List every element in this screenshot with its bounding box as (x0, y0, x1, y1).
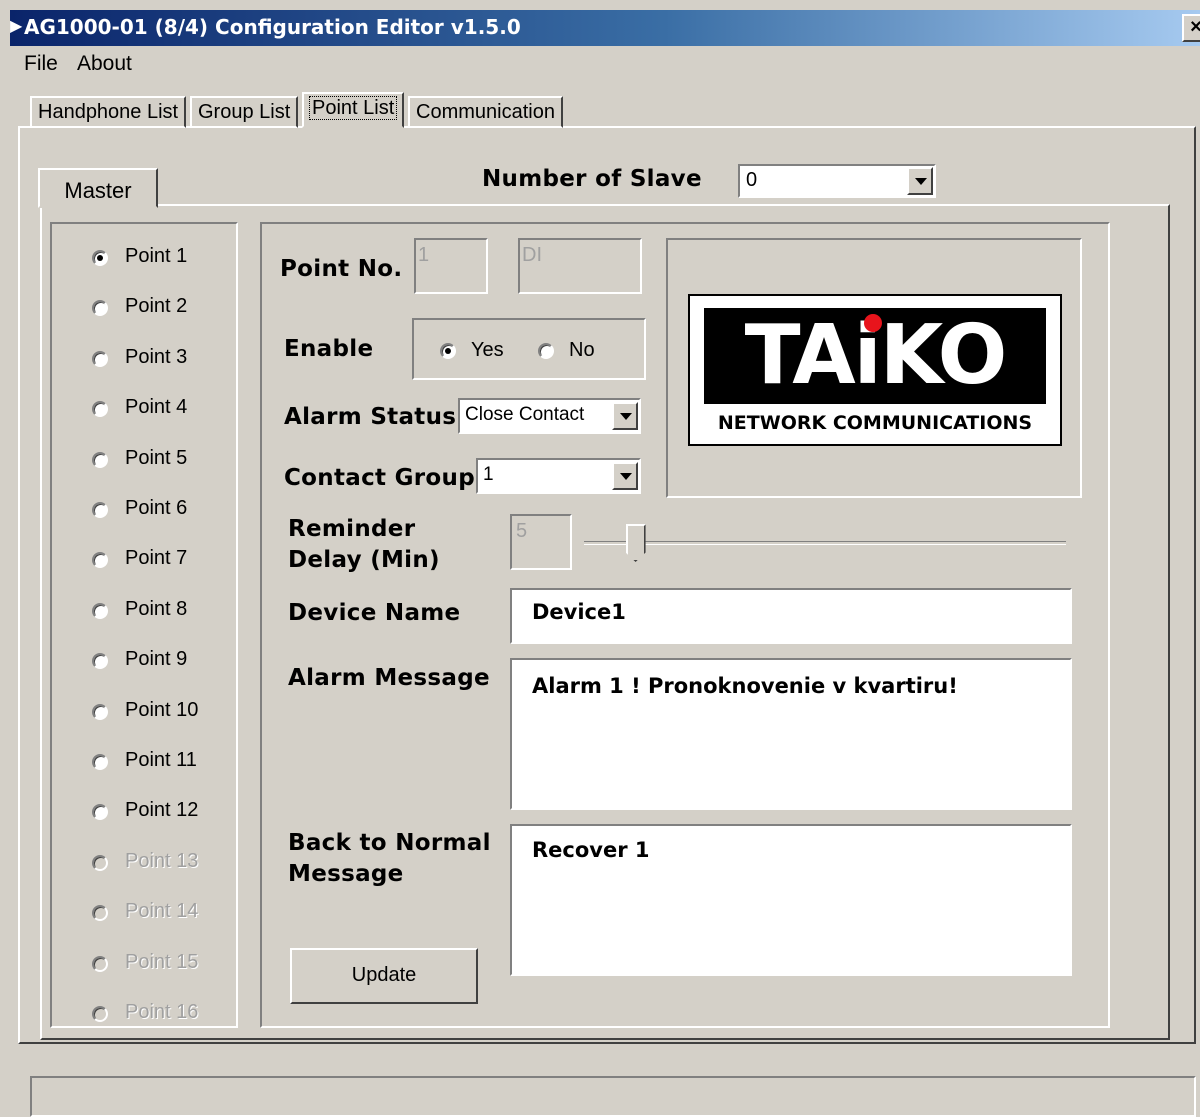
point-16-label: Point 16 (125, 1001, 199, 1023)
point-11-radio[interactable] (92, 754, 108, 770)
menu-file[interactable]: File (24, 52, 58, 76)
number-of-slave-label: Number of Slave (482, 166, 702, 192)
number-of-slave-select[interactable]: 0 (738, 164, 936, 198)
point-3-radio[interactable] (92, 350, 108, 367)
reminder-label-line2: Delay (Min) (288, 547, 440, 573)
enable-no-radio[interactable] (538, 343, 554, 359)
alarm-message-textarea[interactable]: Alarm 1 ! Pronoknovenie v kvartiru! (510, 658, 1072, 810)
window-title: AG1000-01 (8/4) Configuration Editor v1.… (24, 15, 521, 39)
status-bar (30, 1076, 1196, 1117)
number-of-slave-value: 0 (746, 169, 758, 191)
point-10-label[interactable]: Point 10 (125, 699, 198, 722)
point-6-radio[interactable] (92, 502, 108, 518)
logo-black-band: TAiKO (704, 308, 1046, 404)
enable-no-label[interactable]: No (569, 339, 595, 362)
logo-tagline: NETWORK COMMUNICATIONS (717, 412, 1033, 434)
point-2-label[interactable]: Point 2 (125, 295, 187, 318)
menu-about[interactable]: About (77, 52, 132, 76)
point-8-radio[interactable] (92, 602, 108, 619)
point-12-label[interactable]: Point 12 (125, 799, 198, 822)
point-10-radio[interactable] (92, 703, 108, 720)
close-icon: × (1190, 16, 1200, 38)
point-1-radio[interactable] (92, 250, 108, 266)
point-no-label: Point No. (280, 256, 403, 282)
point-5-radio[interactable] (92, 451, 108, 468)
point-11-label[interactable]: Point 11 (125, 749, 197, 772)
device-name-input[interactable]: Device1 (510, 588, 1072, 644)
chevron-down-icon[interactable] (907, 167, 933, 195)
back-normal-textarea[interactable]: Recover 1 (510, 824, 1072, 976)
tab-master[interactable]: Master (38, 168, 158, 208)
update-button[interactable]: Update (290, 948, 478, 1004)
title-bar[interactable]: ▶ AG1000-01 (8/4) Configuration Editor v… (10, 10, 1200, 46)
point-14-label: Point 14 (125, 900, 199, 923)
reminder-slider-track[interactable] (584, 541, 1066, 545)
close-button[interactable]: × (1182, 14, 1200, 42)
point-no-field: 1 (414, 238, 488, 294)
device-name-label: Device Name (288, 600, 461, 626)
contact-group-select[interactable]: 1 (476, 458, 641, 494)
back-normal-label-line2: Message (288, 861, 404, 887)
enable-yes-label[interactable]: Yes (471, 339, 504, 362)
point-15-radio (92, 955, 108, 972)
enable-label: Enable (284, 336, 374, 362)
chevron-down-icon[interactable] (612, 402, 638, 430)
point-8-label[interactable]: Point 8 (125, 598, 187, 621)
point-5-label[interactable]: Point 5 (125, 447, 187, 470)
point-type-field: DI (518, 238, 642, 294)
taiko-logo: TAiKO NETWORK COMMUNICATIONS (688, 294, 1062, 446)
alarm-message-label: Alarm Message (288, 665, 490, 691)
logo-red-dot (864, 314, 882, 332)
enable-yes-radio[interactable] (440, 343, 456, 359)
alarm-status-select[interactable]: Close Contact (458, 398, 641, 434)
tab-handphone-list[interactable]: Handphone List (30, 96, 187, 128)
back-normal-label-line1: Back to Normal (288, 830, 491, 856)
reminder-value-field: 5 (510, 514, 572, 570)
alarm-status-value: Close Contact (465, 404, 585, 425)
chevron-down-icon[interactable] (612, 462, 638, 490)
point-3-label[interactable]: Point 3 (125, 346, 187, 369)
point-9-label[interactable]: Point 9 (125, 648, 187, 671)
reminder-label-line1: Reminder (288, 516, 416, 542)
alarm-status-label: Alarm Status (284, 404, 457, 430)
tab-point-list[interactable]: Point List (302, 92, 405, 128)
point-15-label: Point 15 (125, 950, 199, 973)
point-7-label[interactable]: Point 7 (125, 547, 187, 570)
point-13-radio (92, 854, 108, 871)
point-16-radio (92, 1006, 108, 1022)
contact-group-label: Contact Group (284, 465, 475, 491)
tab-group-list[interactable]: Group List (190, 96, 299, 128)
point-6-label[interactable]: Point 6 (125, 497, 187, 520)
contact-group-value: 1 (483, 464, 494, 485)
point-4-label[interactable]: Point 4 (125, 396, 187, 419)
point-13-label: Point 13 (125, 849, 199, 872)
point-1-label[interactable]: Point 1 (125, 245, 187, 268)
tab-communication[interactable]: Communication (408, 96, 563, 128)
